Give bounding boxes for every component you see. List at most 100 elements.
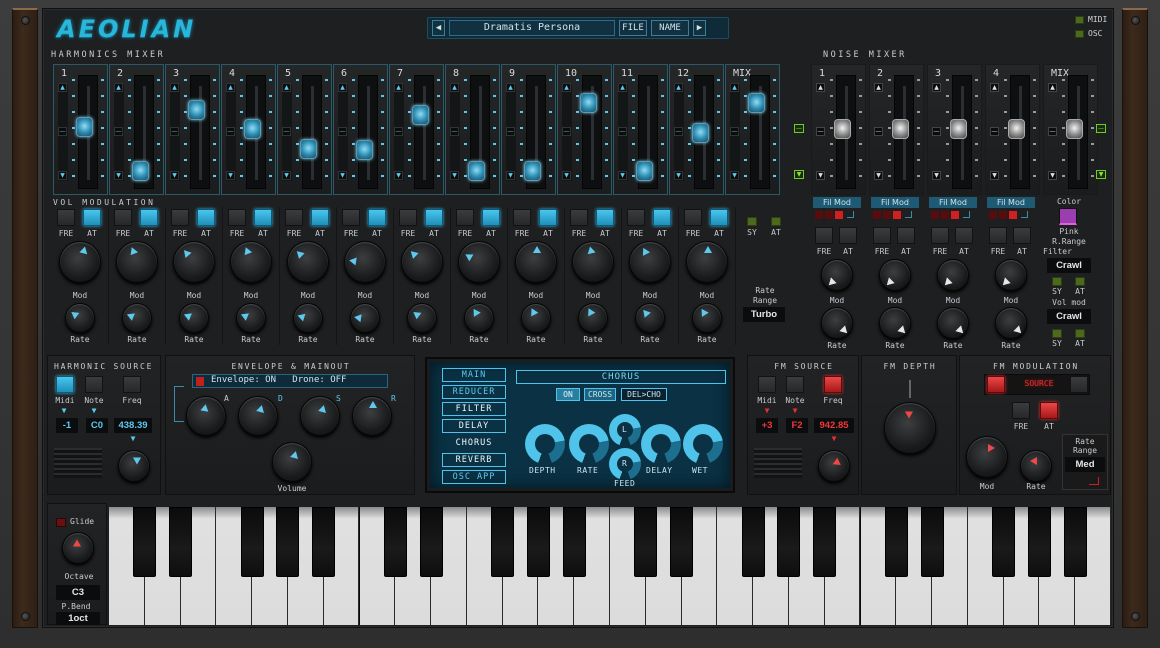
fader-center-button[interactable]: — bbox=[338, 127, 347, 136]
fm-freq-button[interactable] bbox=[824, 376, 842, 393]
fader-down-button[interactable]: ▼ bbox=[114, 171, 123, 180]
at-button[interactable] bbox=[140, 209, 158, 226]
attack-knob[interactable] bbox=[186, 396, 226, 436]
fader-thumb[interactable] bbox=[132, 161, 149, 182]
volume-knob[interactable] bbox=[272, 442, 312, 482]
tab-reverb[interactable]: REVERB bbox=[442, 453, 506, 467]
rate-knob[interactable] bbox=[578, 303, 608, 333]
fader-up-button[interactable]: ▲ bbox=[114, 83, 123, 92]
black-key[interactable] bbox=[741, 507, 765, 577]
mod-knob[interactable] bbox=[230, 241, 272, 283]
fre-button[interactable] bbox=[57, 209, 75, 226]
fader-down-button[interactable]: ▼ bbox=[58, 171, 67, 180]
black-key[interactable] bbox=[1027, 507, 1051, 577]
fader-up-button[interactable]: ▲ bbox=[674, 83, 683, 92]
fader-thumb[interactable] bbox=[356, 140, 373, 161]
fil-mod-led[interactable] bbox=[835, 211, 843, 219]
fil-mod-led[interactable] bbox=[989, 211, 997, 219]
mod-knob[interactable] bbox=[629, 241, 671, 283]
rate-knob[interactable] bbox=[65, 303, 95, 333]
fil-mod-led[interactable] bbox=[893, 211, 901, 219]
fader-up-button[interactable]: ▲ bbox=[226, 83, 235, 92]
noise-mod-knob[interactable] bbox=[995, 259, 1027, 291]
preset-name[interactable]: Dramatis Persona bbox=[449, 20, 615, 36]
black-key[interactable] bbox=[634, 507, 658, 577]
fader-track[interactable] bbox=[582, 75, 602, 189]
fader-thumb[interactable] bbox=[1066, 119, 1083, 139]
fader-down-button[interactable]: ▼ bbox=[562, 171, 571, 180]
tab-delay[interactable]: DELAY bbox=[442, 419, 506, 433]
fader-track[interactable] bbox=[750, 75, 770, 189]
rate-knob[interactable] bbox=[692, 303, 722, 333]
wet-knob[interactable] bbox=[683, 424, 723, 464]
black-key[interactable] bbox=[276, 507, 300, 577]
del-cho-button[interactable]: DEL>CHO bbox=[621, 388, 667, 401]
fader-thumb[interactable] bbox=[580, 93, 597, 114]
fil-mod-button[interactable]: Fil Mod bbox=[871, 197, 919, 208]
noise-fre-button[interactable] bbox=[815, 227, 833, 244]
fader-center-button[interactable]: — bbox=[114, 127, 123, 136]
fader-thumb[interactable] bbox=[468, 161, 485, 182]
fader-center-button[interactable]: — bbox=[674, 127, 683, 136]
fm-rate-range-value[interactable]: Med bbox=[1065, 457, 1105, 472]
fader-center-button[interactable]: — bbox=[170, 127, 179, 136]
black-key[interactable] bbox=[920, 507, 944, 577]
harmonic-midi-value[interactable]: -1 bbox=[56, 418, 78, 433]
fre-button[interactable] bbox=[684, 209, 702, 226]
harmonic-freq-knob[interactable] bbox=[118, 450, 150, 482]
fm-at-button[interactable] bbox=[1040, 402, 1058, 419]
noise-fre-button[interactable] bbox=[989, 227, 1007, 244]
mod-knob[interactable] bbox=[173, 241, 215, 283]
noise-at-button[interactable] bbox=[1013, 227, 1031, 244]
fader-up-button[interactable]: ▲ bbox=[282, 83, 291, 92]
prev-preset-button[interactable]: ◀ bbox=[432, 20, 445, 36]
fader-center-button[interactable]: — bbox=[282, 127, 291, 136]
at-button[interactable] bbox=[539, 209, 557, 226]
noise-at-button[interactable] bbox=[955, 227, 973, 244]
fader-up-button[interactable]: ▲ bbox=[394, 83, 403, 92]
fader-thumb[interactable] bbox=[1008, 119, 1025, 139]
fader-center-button[interactable]: — bbox=[874, 127, 883, 136]
octave-value[interactable]: C3 bbox=[56, 585, 100, 600]
fre-button[interactable] bbox=[342, 209, 360, 226]
fader-thumb[interactable] bbox=[244, 119, 261, 139]
fm-source-right-button[interactable] bbox=[1070, 376, 1088, 393]
noise-rate-knob[interactable] bbox=[937, 307, 969, 339]
rate-knob[interactable] bbox=[122, 303, 152, 333]
tab-reducer[interactable]: REDUCER bbox=[442, 385, 506, 399]
harmonic-freq-button[interactable] bbox=[123, 376, 141, 393]
fader-center-button[interactable]: — bbox=[226, 127, 235, 136]
at-button[interactable] bbox=[653, 209, 671, 226]
fader-up-button[interactable]: ▲ bbox=[990, 83, 999, 92]
fre-button[interactable] bbox=[456, 209, 474, 226]
fader-center-button[interactable]: — bbox=[816, 127, 825, 136]
file-button[interactable]: FILE bbox=[619, 20, 647, 36]
black-key[interactable] bbox=[526, 507, 550, 577]
fre-button[interactable] bbox=[513, 209, 531, 226]
envelope-status-bar[interactable]: Envelope: ON Drone: OFF bbox=[192, 374, 388, 388]
volmod-rate-value[interactable]: Crawl bbox=[1047, 309, 1091, 324]
black-key[interactable] bbox=[777, 507, 801, 577]
fil-mod-button[interactable]: Fil Mod bbox=[987, 197, 1035, 208]
fader-up-button[interactable]: ▲ bbox=[932, 83, 941, 92]
rate-knob[interactable] bbox=[407, 303, 437, 333]
noise-at-button[interactable] bbox=[897, 227, 915, 244]
noise-rate-knob[interactable] bbox=[821, 307, 853, 339]
depth-knob[interactable] bbox=[525, 424, 565, 464]
fader-thumb[interactable] bbox=[748, 93, 765, 114]
fil-mod-led[interactable] bbox=[1009, 211, 1017, 219]
mod-knob[interactable] bbox=[287, 241, 329, 283]
noise-fre-button[interactable] bbox=[873, 227, 891, 244]
color-swatch[interactable] bbox=[1059, 208, 1077, 225]
fm-note-value[interactable]: F2 bbox=[786, 418, 808, 433]
fader-thumb[interactable] bbox=[636, 161, 653, 182]
noise-at-button[interactable] bbox=[839, 227, 857, 244]
fader-center-button[interactable]: — bbox=[562, 127, 571, 136]
glide-knob[interactable] bbox=[62, 532, 94, 564]
fader-track[interactable] bbox=[414, 75, 434, 189]
fader-down-button[interactable]: ▼ bbox=[990, 171, 999, 180]
fader-down-button[interactable]: ▼ bbox=[730, 171, 739, 180]
black-key[interactable] bbox=[312, 507, 336, 577]
fader-center-button[interactable]: — bbox=[394, 127, 403, 136]
black-key[interactable] bbox=[992, 507, 1016, 577]
